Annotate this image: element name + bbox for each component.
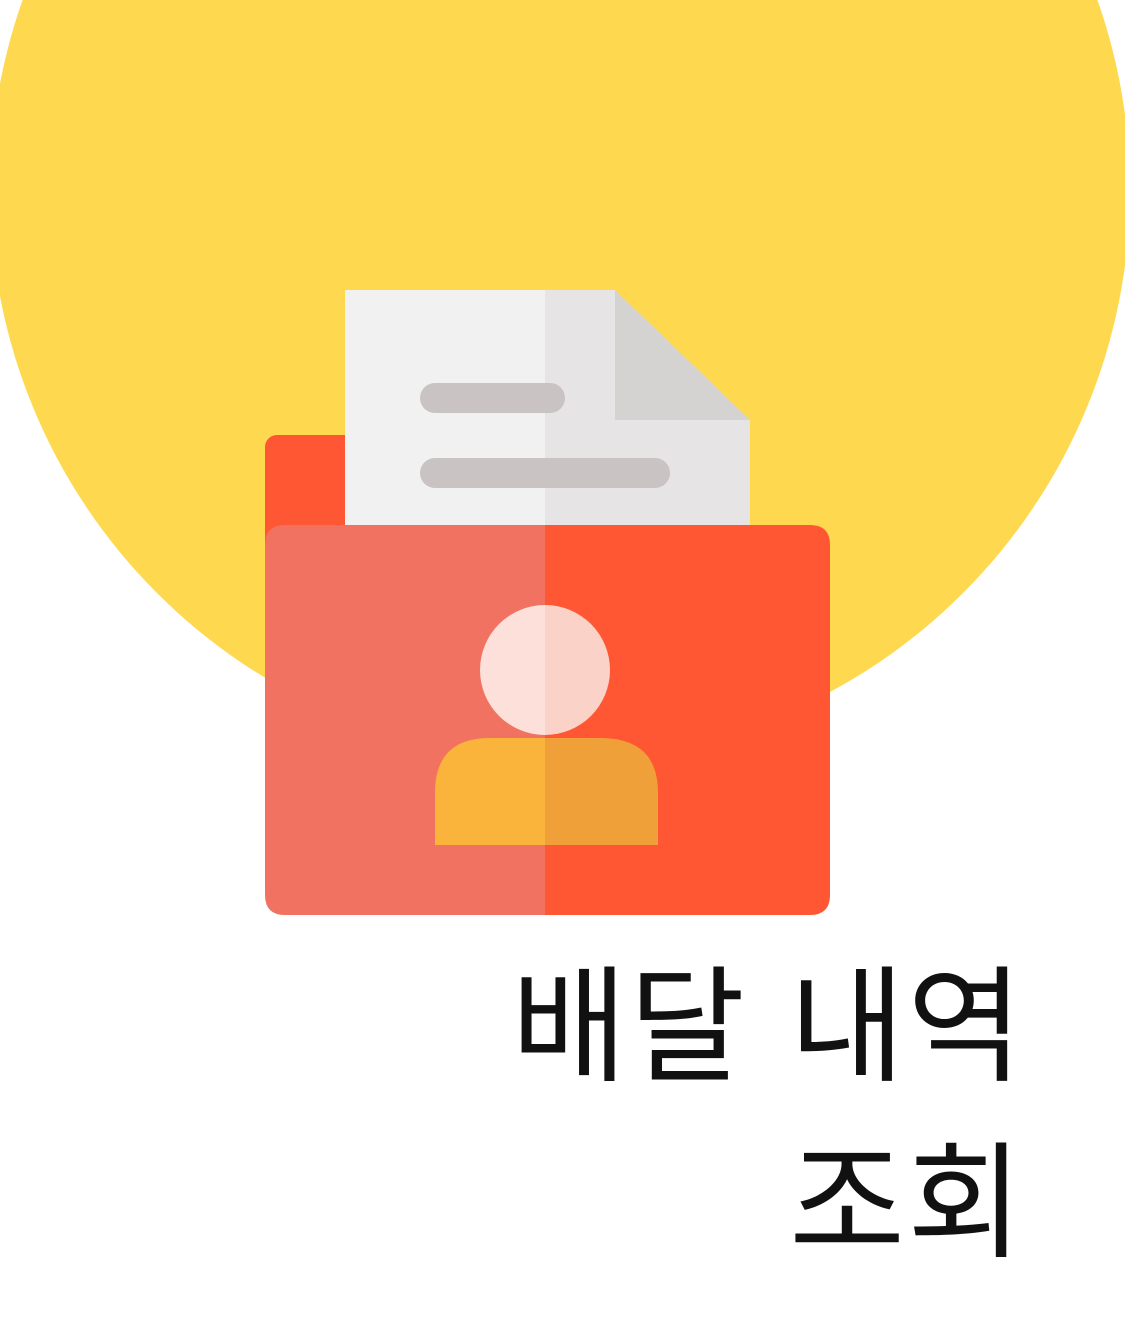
menu-label-line-1: 배달 내역 xyxy=(511,954,1025,1101)
delivery-history-menu-tile[interactable]: 배달 내역 조회 xyxy=(0,0,1125,1317)
menu-label-line-2: 조회 xyxy=(789,1130,1025,1277)
menu-label: 배달 내역 조회 xyxy=(325,940,1025,1292)
document-line-1 xyxy=(420,383,565,413)
document-paper xyxy=(345,290,750,545)
document-line-2 xyxy=(420,458,670,488)
